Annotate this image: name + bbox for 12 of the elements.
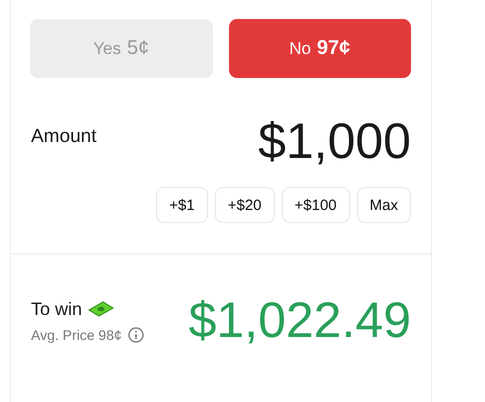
increment-button[interactable]: +$100 bbox=[282, 187, 350, 223]
increment-button[interactable]: Max bbox=[356, 187, 411, 223]
amount-value: $1,000 bbox=[258, 114, 411, 169]
info-icon[interactable] bbox=[128, 326, 144, 342]
increment-button[interactable]: +$1 bbox=[156, 187, 208, 223]
to-win-label: To win bbox=[31, 298, 82, 320]
increment-button[interactable]: +$20 bbox=[214, 187, 275, 223]
payout-value: $1,022.49 bbox=[188, 293, 411, 348]
banknote-icon bbox=[88, 301, 114, 317]
average-price: Avg. Price 98¢ bbox=[31, 326, 122, 342]
amount-label: Amount bbox=[31, 126, 96, 148]
outcome-button[interactable]: No 97¢ bbox=[228, 19, 411, 78]
